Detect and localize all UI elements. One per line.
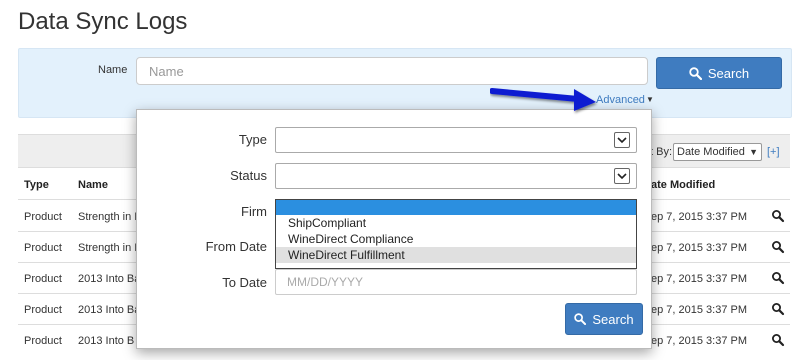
- advanced-link-label: Advanced: [596, 94, 645, 106]
- firm-option-winedirect-fulfillment[interactable]: WineDirect Fulfillment: [276, 247, 636, 263]
- cell-name: 2013 Into B: [78, 335, 135, 347]
- advanced-link[interactable]: Advanced▼: [596, 94, 654, 106]
- firm-option-winedirect-compliance[interactable]: WineDirect Compliance: [276, 231, 636, 247]
- cell-date: ep 7, 2015 3:37 PM: [651, 211, 748, 223]
- type-select[interactable]: [275, 127, 637, 153]
- cell-name: Strength in I: [78, 211, 138, 223]
- status-select[interactable]: [275, 163, 637, 189]
- caret-down-icon: ▼: [645, 95, 654, 104]
- chevron-down-icon: ▼: [749, 147, 758, 157]
- magnifier-icon[interactable]: [771, 302, 785, 316]
- type-select-dropdown[interactable]: [614, 132, 630, 148]
- chevron-down-icon: [617, 137, 627, 144]
- cell-name: Strength in I: [78, 242, 138, 254]
- cell-date: ep 7, 2015 3:37 PM: [651, 304, 748, 316]
- to-date-input[interactable]: MM/DD/YYYY: [275, 269, 637, 295]
- header-name[interactable]: Name: [78, 179, 108, 191]
- cell-type: Product: [24, 304, 62, 316]
- firm-listbox[interactable]: ShipCompliant WineDirect Compliance Wine…: [275, 199, 637, 269]
- advanced-search-button-label: Search: [592, 311, 634, 327]
- magnifier-icon[interactable]: [771, 271, 785, 285]
- firm-label: Firm: [241, 204, 267, 219]
- cell-name: 2013 Into Ba: [78, 273, 141, 285]
- sort-label: t By:: [650, 146, 673, 158]
- cell-date: ep 7, 2015 3:37 PM: [651, 242, 748, 254]
- cell-type: Product: [24, 242, 62, 254]
- search-button-label: Search: [707, 65, 750, 81]
- cell-type: Product: [24, 273, 62, 285]
- search-icon: [574, 313, 587, 325]
- chevron-down-icon: [617, 173, 627, 180]
- search-icon: [689, 66, 702, 80]
- type-label: Type: [238, 132, 267, 147]
- advanced-search-panel: Type Status Firm ShipCompliant WineDirec…: [136, 109, 652, 349]
- cell-name: 2013 Into Ba: [78, 304, 141, 316]
- sort-select[interactable]: Date Modified ▼: [673, 143, 762, 161]
- sort-select-value: Date Modified: [677, 146, 745, 158]
- header-type[interactable]: Type: [24, 179, 49, 191]
- cell-type: Product: [24, 211, 62, 223]
- firm-option-blank[interactable]: [276, 200, 636, 215]
- advanced-search-button[interactable]: Search: [565, 303, 643, 335]
- cell-date: ep 7, 2015 3:37 PM: [651, 335, 748, 347]
- name-search-input[interactable]: [136, 57, 648, 85]
- status-label: Status: [230, 168, 267, 183]
- cell-date: ep 7, 2015 3:37 PM: [651, 273, 748, 285]
- firm-option-shipcompliant[interactable]: ShipCompliant: [276, 215, 636, 231]
- magnifier-icon[interactable]: [771, 209, 785, 223]
- magnifier-icon[interactable]: [771, 333, 785, 347]
- to-date-label: To Date: [222, 275, 267, 290]
- status-select-dropdown[interactable]: [614, 168, 630, 184]
- cell-type: Product: [24, 335, 62, 347]
- arrow-annotation: [490, 88, 596, 111]
- header-date-modified[interactable]: ate Modified: [651, 179, 715, 191]
- page-title: Data Sync Logs: [18, 8, 188, 35]
- add-column-link[interactable]: [+]: [767, 146, 780, 158]
- magnifier-icon[interactable]: [771, 240, 785, 254]
- from-date-label: From Date: [205, 239, 267, 254]
- name-label: Name: [98, 64, 128, 76]
- search-button[interactable]: Search: [656, 57, 782, 89]
